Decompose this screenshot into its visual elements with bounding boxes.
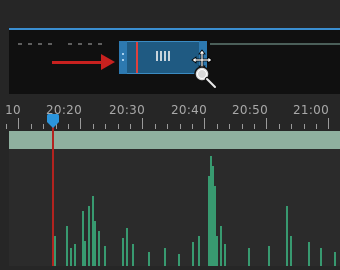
ruler-minor-tick [192,124,193,129]
playhead-marker[interactable] [47,114,59,128]
waveform-graphic [54,156,336,266]
ruler-minor-tick [254,124,255,129]
ruler-minor-tick [167,124,168,129]
ruler-minor-tick [155,124,156,129]
ruler-minor-tick [130,124,131,129]
red-arrow-head [101,54,115,70]
ruler-major-tick [266,118,267,129]
navigator-playhead [136,42,138,73]
ruler-major-tick [204,118,205,129]
ruler-minor-tick [279,124,280,129]
ruler-minor-tick [316,124,317,129]
ruler-minor-tick [304,124,305,129]
ruler-minor-tick [93,124,94,129]
ruler-major-tick [328,118,329,129]
magnifier-icon [194,66,217,89]
ruler-label: 21:00 [292,103,330,117]
ruler-minor-tick [43,124,44,129]
ruler-minor-tick [68,124,69,129]
top-panel [9,0,340,28]
ruler-minor-tick [6,124,7,129]
navigator-clip-marks [18,43,108,45]
ruler-minor-tick [291,124,292,129]
red-arrow-icon [52,61,107,64]
ruler-minor-tick [217,124,218,129]
audio-waveform[interactable] [9,149,340,266]
ruler-minor-tick [31,124,32,129]
ruler-major-tick [80,118,81,129]
ruler-minor-tick [105,124,106,129]
navigator-clip-track [210,43,340,45]
ruler-minor-tick [229,124,230,129]
ruler-label: 20:40 [170,103,208,117]
ruler-label: 20:30 [108,103,146,117]
ruler-major-tick [142,118,143,129]
ruler-minor-tick [242,124,243,129]
audio-clip-band[interactable] [9,131,340,149]
ruler-label: 20:50 [231,103,269,117]
ruler-minor-tick [118,124,119,129]
zoom-handle-left[interactable] [119,41,127,74]
grip-lines-icon[interactable] [156,51,170,61]
ruler-label: 10 [5,103,21,117]
ruler-major-tick [18,118,19,129]
ruler-minor-tick [180,124,181,129]
playhead-line[interactable] [52,127,54,266]
